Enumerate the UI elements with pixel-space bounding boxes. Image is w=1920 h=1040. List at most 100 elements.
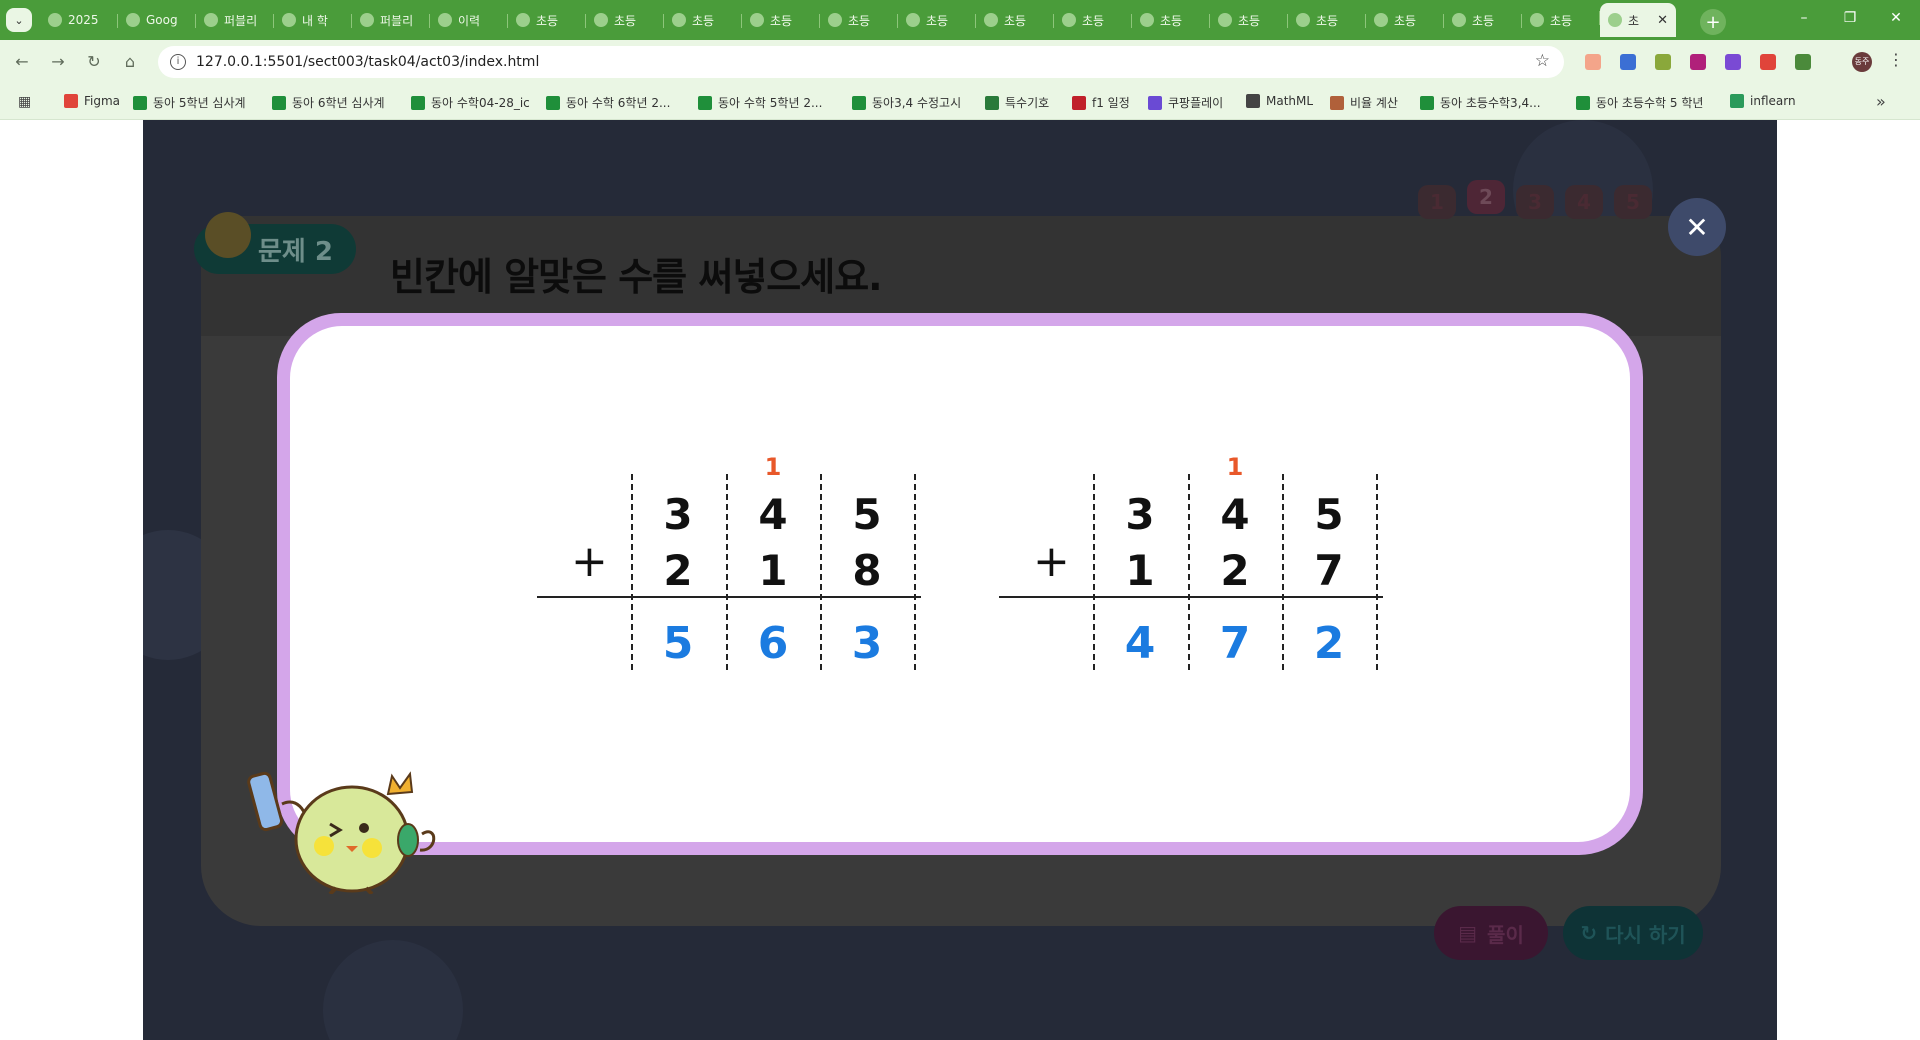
browser-toolbar: ← → ↻ ⌂ i 127.0.0.1:5501/sect003/task04/… xyxy=(0,40,1920,84)
bookmark-item[interactable]: Figma xyxy=(64,94,120,108)
tab-favicon-icon xyxy=(1608,13,1622,27)
browser-tab[interactable]: 퍼블리 xyxy=(351,6,430,34)
retry-button[interactable]: ↻ 다시 하기 xyxy=(1563,906,1703,960)
refresh-icon: ↻ xyxy=(1580,921,1598,945)
apps-grid-icon[interactable]: ▦ xyxy=(18,94,31,110)
bookmark-label: 동아 수학 6학년 2... xyxy=(566,96,671,110)
extension-icon[interactable] xyxy=(1585,54,1601,70)
browser-tab[interactable]: 초등 xyxy=(819,6,898,34)
answer-digit[interactable]: 2 xyxy=(1282,618,1376,669)
tab-search-button[interactable]: ⌄ xyxy=(6,8,32,32)
bookmark-label: 동아 5학년 심사계 xyxy=(153,96,246,110)
browser-tab[interactable]: 초등 xyxy=(1131,6,1210,34)
tab-title: 초 xyxy=(1628,13,1640,28)
browser-tab[interactable]: 초등 xyxy=(507,6,586,34)
address-bar[interactable]: i 127.0.0.1:5501/sect003/task04/act03/in… xyxy=(158,46,1564,78)
close-icon: ✕ xyxy=(1685,210,1709,244)
page-indicator-item[interactable]: 3 xyxy=(1516,185,1554,219)
browser-tab[interactable]: 초등 xyxy=(1443,6,1522,34)
tab-favicon-icon xyxy=(516,13,530,27)
arrow-right-icon: → xyxy=(51,52,65,71)
decorative-circle xyxy=(323,940,463,1040)
browser-tab[interactable]: 초등 xyxy=(1521,6,1600,34)
answer-modal-body: +1 3 4 5 2 1 8 5 6 3 +1 3 4 5 1 2 7 4 7 2 xyxy=(290,326,1630,842)
extensions-puzzle-icon[interactable] xyxy=(1795,54,1811,70)
bookmark-item[interactable]: MathML xyxy=(1246,94,1313,108)
extension-icon[interactable] xyxy=(1655,54,1671,70)
bookmark-item[interactable]: 쿠팡플레이 xyxy=(1148,94,1223,111)
bookmark-item[interactable]: f1 일정 xyxy=(1072,94,1130,111)
answer-digit[interactable]: 6 xyxy=(726,618,820,669)
vertical-addition-problem: +1 3 4 5 2 1 8 5 6 3 xyxy=(537,326,927,726)
bookmark-item[interactable]: 특수기호 xyxy=(985,94,1049,111)
bookmark-item[interactable]: 동아3,4 수정고시 xyxy=(852,94,961,111)
site-info-icon[interactable]: i xyxy=(170,54,186,70)
carry-digit: 1 xyxy=(764,453,782,481)
forward-button[interactable]: → xyxy=(46,50,70,74)
addend-digit: 5 xyxy=(852,490,882,539)
url-text[interactable]: 127.0.0.1:5501/sect003/task04/act03/inde… xyxy=(196,54,539,70)
browser-tab[interactable]: 퍼블리 xyxy=(195,6,274,34)
bookmark-item[interactable]: 비율 계산 xyxy=(1330,94,1398,111)
browser-tab[interactable]: 초등 xyxy=(585,6,664,34)
browser-tab[interactable]: 초등 xyxy=(897,6,976,34)
menu-kebab-icon[interactable]: ⋮ xyxy=(1888,50,1904,69)
tab-close-icon[interactable]: ✕ xyxy=(1657,13,1668,28)
restore-button[interactable]: ❐ xyxy=(1830,10,1870,26)
bookmark-item[interactable]: 동아 초등수학 5 학년 xyxy=(1576,94,1703,111)
tab-favicon-icon xyxy=(828,13,842,27)
answer-digit[interactable]: 3 xyxy=(820,618,914,669)
addend-digit: 5 xyxy=(1314,490,1344,539)
extension-icon[interactable] xyxy=(1725,54,1741,70)
page-indicator-item[interactable]: 5 xyxy=(1614,185,1652,219)
browser-tab[interactable]: 내 학 xyxy=(273,6,352,34)
tab-favicon-icon xyxy=(48,13,62,27)
browser-tab[interactable]: 이력 xyxy=(429,6,508,34)
carry-digit: 1 xyxy=(1226,453,1244,481)
sum-line xyxy=(537,596,921,598)
browser-tab[interactable]: 초등 xyxy=(1053,6,1132,34)
bookmark-item[interactable]: 동아 6학년 심사계 xyxy=(272,94,385,111)
bookmark-favicon-icon xyxy=(272,95,286,110)
bookmark-item[interactable]: 동아 5학년 심사계 xyxy=(133,94,246,111)
tab-favicon-icon xyxy=(1296,13,1310,27)
bookmark-item[interactable]: 동아 수학 5학년 2... xyxy=(698,94,822,111)
browser-tab[interactable]: 초등 xyxy=(975,6,1054,34)
page-indicator-item-current[interactable]: 2 xyxy=(1467,180,1505,214)
browser-tab[interactable]: 초등 xyxy=(1287,6,1366,34)
bookmark-item[interactable]: 동아 수학 6학년 2... xyxy=(546,94,670,111)
bookmark-item[interactable]: 동아 초등수학3,4... xyxy=(1420,94,1541,111)
modal-close-button[interactable]: ✕ xyxy=(1668,198,1726,256)
bookmark-item[interactable]: inflearn xyxy=(1730,94,1796,108)
answer-digit[interactable]: 7 xyxy=(1188,618,1282,669)
answer-digit[interactable]: 5 xyxy=(631,618,725,669)
new-tab-button[interactable]: + xyxy=(1700,9,1726,35)
chevron-double-right-icon[interactable]: » xyxy=(1876,92,1886,111)
browser-tab[interactable]: 초등 xyxy=(663,6,742,34)
browser-tab[interactable]: 초등 xyxy=(1365,6,1444,34)
bookmark-item[interactable]: 동아 수학04-28_ic xyxy=(411,94,530,111)
profile-avatar[interactable]: 동주 xyxy=(1852,52,1872,72)
page-indicator-item[interactable]: 1 xyxy=(1418,185,1456,219)
minimize-button[interactable]: – xyxy=(1784,10,1824,26)
extension-icon[interactable] xyxy=(1690,54,1706,70)
arrow-left-icon: ← xyxy=(15,52,29,71)
tab-favicon-icon xyxy=(360,13,374,27)
page-indicator-item[interactable]: 4 xyxy=(1565,185,1603,219)
browser-tab[interactable]: 초등 xyxy=(1209,6,1288,34)
browser-tab[interactable]: 2025 xyxy=(40,6,118,34)
answer-digit[interactable]: 4 xyxy=(1093,618,1187,669)
extension-icon[interactable] xyxy=(1760,54,1776,70)
browser-tab-active[interactable]: 초 ✕ xyxy=(1599,3,1676,37)
tab-list: 2025 Goog 퍼블리 내 학 퍼블리 이력 초등 초등 초등 초등 초등 초등 초등 초등 초등 초등 초… xyxy=(40,3,1676,40)
tab-title: 이력 xyxy=(458,13,481,28)
home-button[interactable]: ⌂ xyxy=(118,50,142,74)
browser-tab[interactable]: Goog xyxy=(117,6,196,34)
back-button[interactable]: ← xyxy=(10,50,34,74)
window-close-button[interactable]: ✕ xyxy=(1876,10,1916,26)
browser-tab[interactable]: 초등 xyxy=(741,6,820,34)
solution-button[interactable]: ▤ 풀이 xyxy=(1434,906,1548,960)
bookmark-star-icon[interactable]: ☆ xyxy=(1535,51,1550,71)
extension-icon[interactable] xyxy=(1620,54,1636,70)
reload-button[interactable]: ↻ xyxy=(82,50,106,74)
